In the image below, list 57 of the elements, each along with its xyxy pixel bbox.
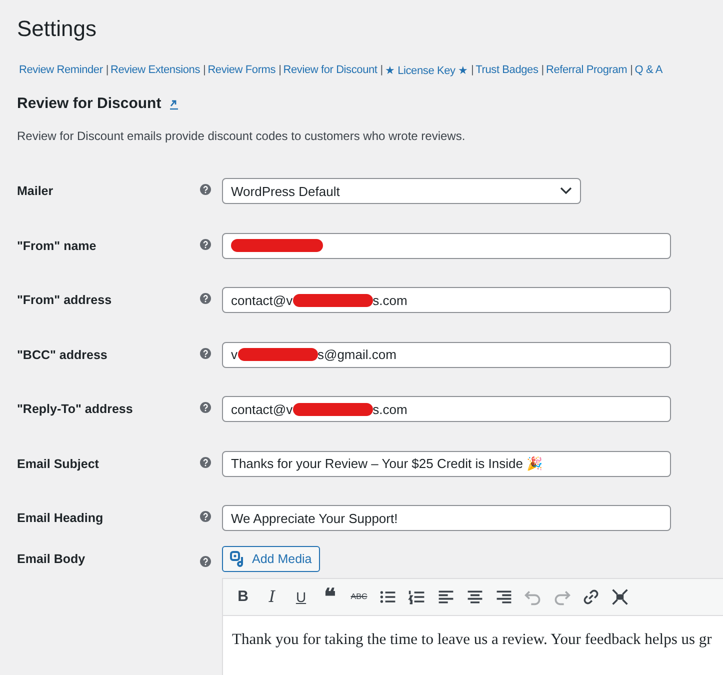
field-label: "BCC" address (17, 348, 108, 362)
add-media-button[interactable]: Add Media (222, 546, 320, 572)
help-icon[interactable] (200, 348, 211, 359)
help-icon[interactable] (200, 511, 211, 522)
nav-link[interactable]: Referral Program (546, 64, 628, 77)
field-label: "From" address (17, 293, 113, 308)
bold-button[interactable]: B (231, 584, 255, 608)
body-text[interactable]: Thank you for taking the time to leave us a review. Your feedback helps us gr (223, 616, 723, 675)
text-field[interactable] (222, 232, 671, 259)
quote-button[interactable]: ❝ (318, 584, 342, 608)
separator: | (203, 64, 206, 77)
up-arrow-link-icon[interactable] (169, 98, 180, 110)
help-icon[interactable] (200, 184, 211, 196)
align-right-icon (495, 588, 513, 606)
fullscreen-icon (611, 588, 629, 606)
field-label: Mailer (17, 184, 54, 198)
separator: | (470, 64, 474, 77)
text-field[interactable]: contact@v s.com (222, 287, 671, 314)
nav-link[interactable]: Review Extensions (110, 64, 200, 77)
text-field[interactable]: contact@v s.com (222, 396, 671, 422)
help-icon[interactable] (200, 238, 211, 250)
section-description: Review for Discount emails provide discount codes to customers who wrote reviews. (17, 129, 466, 143)
italic-button[interactable]: I (260, 584, 284, 608)
strike-button[interactable]: ABC (347, 584, 371, 608)
text-field[interactable]: We Appreciate Your Support! (222, 505, 671, 532)
section-title: Review for Discount (17, 95, 162, 112)
align-center-icon (466, 588, 484, 606)
field-label: "From" name (17, 238, 98, 253)
underline-button[interactable]: U (289, 584, 313, 608)
align-left-icon (437, 588, 455, 606)
field-label: Email Body (17, 550, 86, 566)
nav-link[interactable]: Trust Badges (476, 64, 538, 77)
media-icon (230, 550, 246, 566)
nav-link[interactable]: Q & A (634, 64, 663, 77)
link-icon (582, 588, 600, 606)
nav-link[interactable]: Review Forms (208, 64, 276, 77)
field-label: Email Heading (17, 511, 104, 526)
page-title: Settings (17, 16, 98, 42)
nav-link[interactable]: Review Reminder (19, 64, 103, 77)
chevron-down-icon (560, 187, 572, 196)
field-label: Email Subject (17, 456, 100, 471)
mailer-select[interactable]: WordPress Default (222, 178, 581, 204)
nav-link[interactable]: ★ License Key ★ (384, 64, 468, 77)
separator: | (380, 64, 383, 77)
separator: | (541, 64, 544, 77)
separator: | (278, 64, 282, 77)
help-icon[interactable] (200, 293, 211, 304)
separator: | (106, 64, 108, 77)
nav-link[interactable]: Review for Discount (283, 64, 378, 77)
text-field[interactable]: v s@gmail.com (222, 342, 671, 368)
numbers-icon (408, 588, 426, 606)
text-field[interactable]: Thanks for your Review – Your $25 Credit is Inside 🎉 (222, 450, 671, 477)
help-icon[interactable] (200, 456, 211, 468)
field-label: "Reply-To" address (17, 402, 134, 416)
separator: | (630, 64, 633, 77)
help-icon[interactable] (200, 402, 211, 414)
help-icon[interactable] (200, 556, 211, 566)
